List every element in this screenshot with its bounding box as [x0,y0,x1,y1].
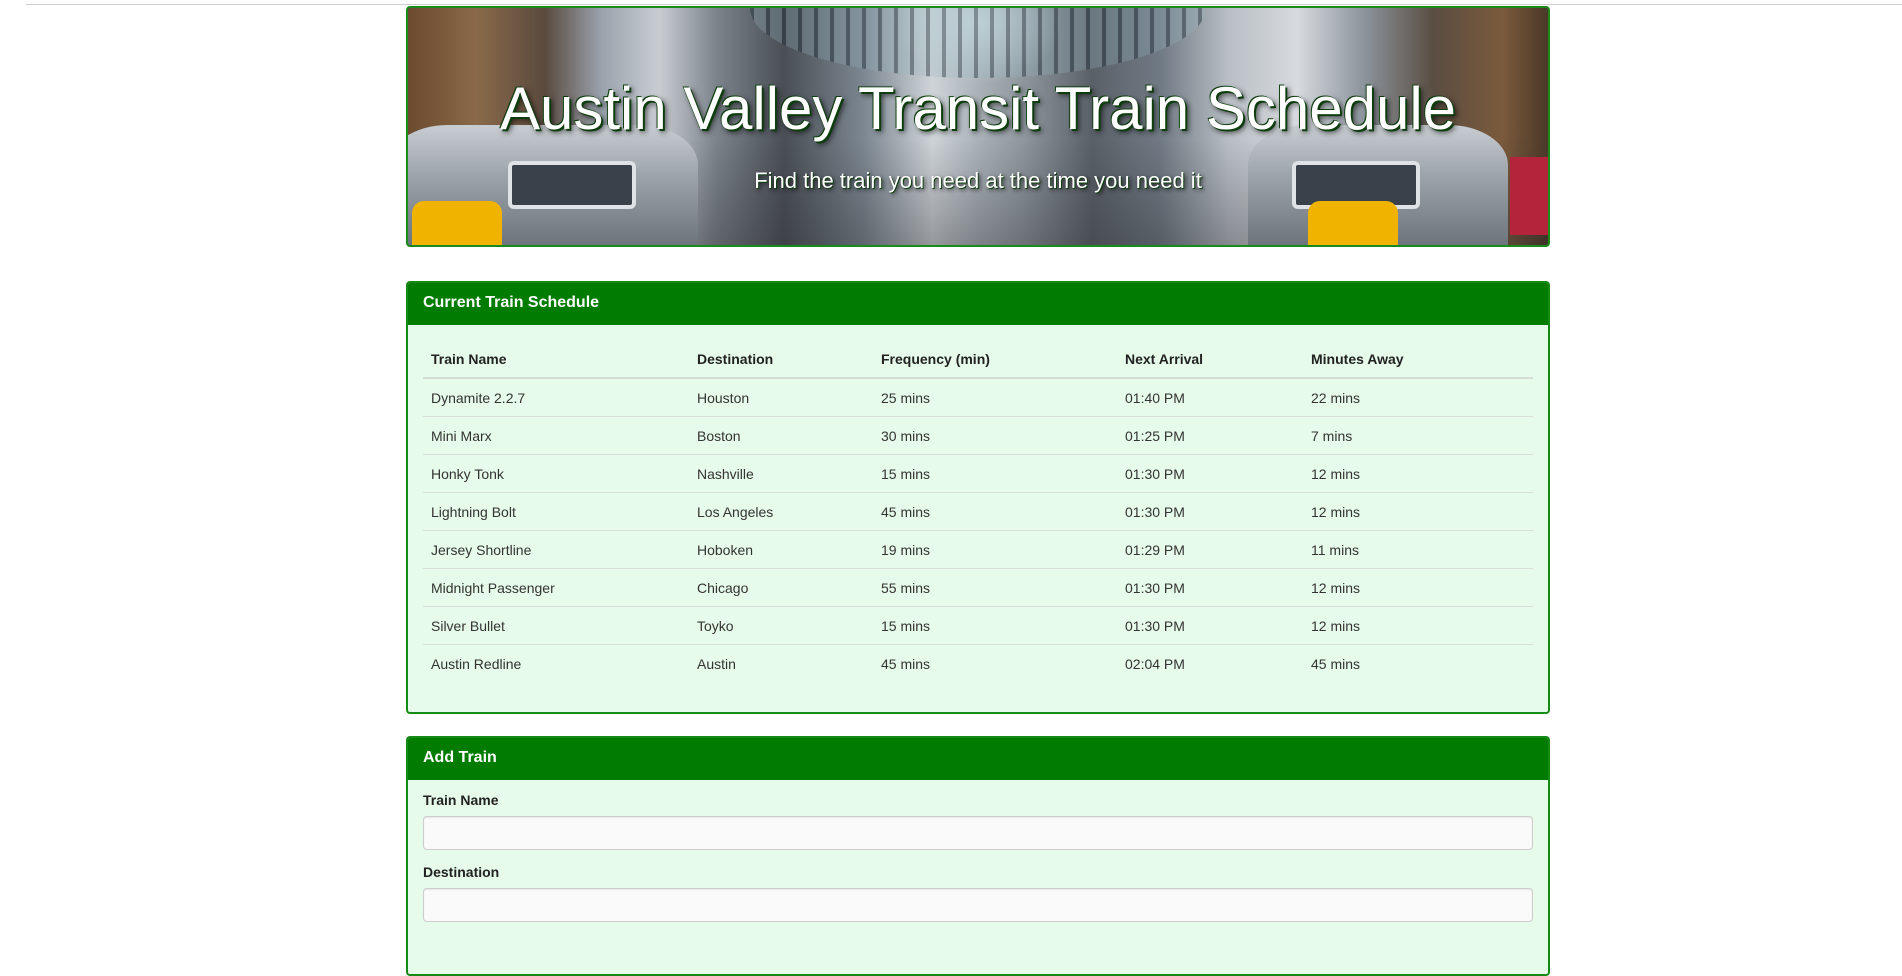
cell-train-name: Dynamite 2.2.7 [431,389,526,406]
table-row: Silver Bullet Toyko 15 mins 01:30 PM 12 … [423,606,1533,645]
add-train-panel: Add Train Train Name Destination [406,736,1550,976]
cell-train-name: Lightning Bolt [423,492,689,531]
cell-minutes-away: 45 mins [1303,644,1533,682]
page-title: Austin Valley Transit Train Schedule [499,75,1457,142]
cell-destination: Houston [697,389,750,406]
cell-frequency: 30 mins [873,416,1117,455]
train-name-input[interactable] [423,816,1533,850]
cell-next-arrival: 01:29 PM [1117,530,1303,569]
cell-train-name: Honky Tonk [423,454,689,493]
cell-frequency: 45 mins [873,492,1117,531]
cell-next-arrival: 01:40 PM [1125,389,1185,406]
cell-minutes-away: 11 mins [1303,530,1533,569]
cell-destination: Chicago [689,568,873,607]
destination-group: Destination [423,864,1533,922]
cell-next-arrival: 02:04 PM [1117,644,1303,682]
column-header-destination: Destination [689,340,873,379]
cell-next-arrival: 01:30 PM [1117,492,1303,531]
column-header-train-name: Train Name [423,340,689,379]
cell-frequency: 19 mins [873,530,1117,569]
cell-frequency: 15 mins [873,454,1117,493]
cell-train-name: Mini Marx [423,416,689,455]
cell-next-arrival: 01:30 PM [1117,454,1303,493]
column-header-minutes-away: Minutes Away [1303,340,1533,379]
cell-next-arrival: 01:30 PM [1117,568,1303,607]
cell-frequency: 25 mins [881,389,931,406]
cell-train-name: Silver Bullet [423,606,689,645]
cell-destination: Boston [689,416,873,455]
table-row: Jersey Shortline Hoboken 19 mins 01:29 P… [423,530,1533,569]
train-name-label: Train Name [423,792,499,808]
cell-train-name: Austin Redline [423,644,689,682]
cell-minutes-away: 22 mins [1311,389,1361,406]
cell-minutes-away: 12 mins [1303,606,1533,645]
cell-next-arrival: 01:25 PM [1117,416,1303,455]
cell-train-name: Midnight Passenger [423,568,689,607]
station-roof-image [750,8,1206,78]
table-row: Midnight Passenger Chicago 55 mins 01:30… [423,568,1533,607]
cell-destination: Toyko [689,606,873,645]
table-row: Honky Tonk Nashville 15 mins 01:30 PM 12… [423,454,1533,493]
cell-destination: Los Angeles [689,492,873,531]
destination-label: Destination [423,864,500,880]
schedule-panel-body: Train Name Destination Frequency (min) N… [408,325,1548,697]
cell-train-name: Jersey Shortline [423,530,689,569]
schedule-table: Train Name Destination Frequency (min) N… [423,340,1533,682]
hero-banner: Austin Valley Transit Train Schedule Fin… [406,6,1550,247]
cell-destination: Austin [689,644,873,682]
train-nose [412,201,502,245]
schedule-panel: Current Train Schedule Train Name Destin… [406,281,1550,714]
table-header-row: Train Name Destination Frequency (min) N… [423,340,1533,379]
cell-next-arrival: 01:30 PM [1117,606,1303,645]
table-row: Lightning Bolt Los Angeles 45 mins 01:30… [423,492,1533,531]
cell-minutes-away: 12 mins [1303,454,1533,493]
column-header-next-arrival: Next Arrival [1117,340,1303,379]
cell-destination: Hoboken [689,530,873,569]
table-row: Dynamite 2.2.7 Houston 25 mins 01:40 PM … [423,378,1533,417]
add-train-panel-heading: Add Train [408,738,1548,780]
cell-frequency: 15 mins [873,606,1117,645]
schedule-panel-heading: Current Train Schedule [408,283,1548,325]
cell-destination: Nashville [689,454,873,493]
cell-frequency: 55 mins [873,568,1117,607]
train-nose [1308,201,1398,245]
top-divider [26,4,1902,5]
destination-input[interactable] [423,888,1533,922]
column-header-frequency: Frequency (min) [873,340,1117,379]
add-train-form: Train Name Destination [408,780,1548,948]
table-row: Austin Redline Austin 45 mins 02:04 PM 4… [423,644,1533,682]
table-row: Mini Marx Boston 30 mins 01:25 PM 7 mins [423,416,1533,455]
cell-minutes-away: 12 mins [1303,492,1533,531]
train-name-group: Train Name [423,792,1533,850]
cell-frequency: 45 mins [873,644,1117,682]
page-subtitle: Find the train you need at the time you … [754,168,1202,193]
cell-minutes-away: 7 mins [1303,416,1533,455]
page-container: Austin Valley Transit Train Schedule Fin… [406,6,1550,976]
cell-minutes-away: 12 mins [1303,568,1533,607]
